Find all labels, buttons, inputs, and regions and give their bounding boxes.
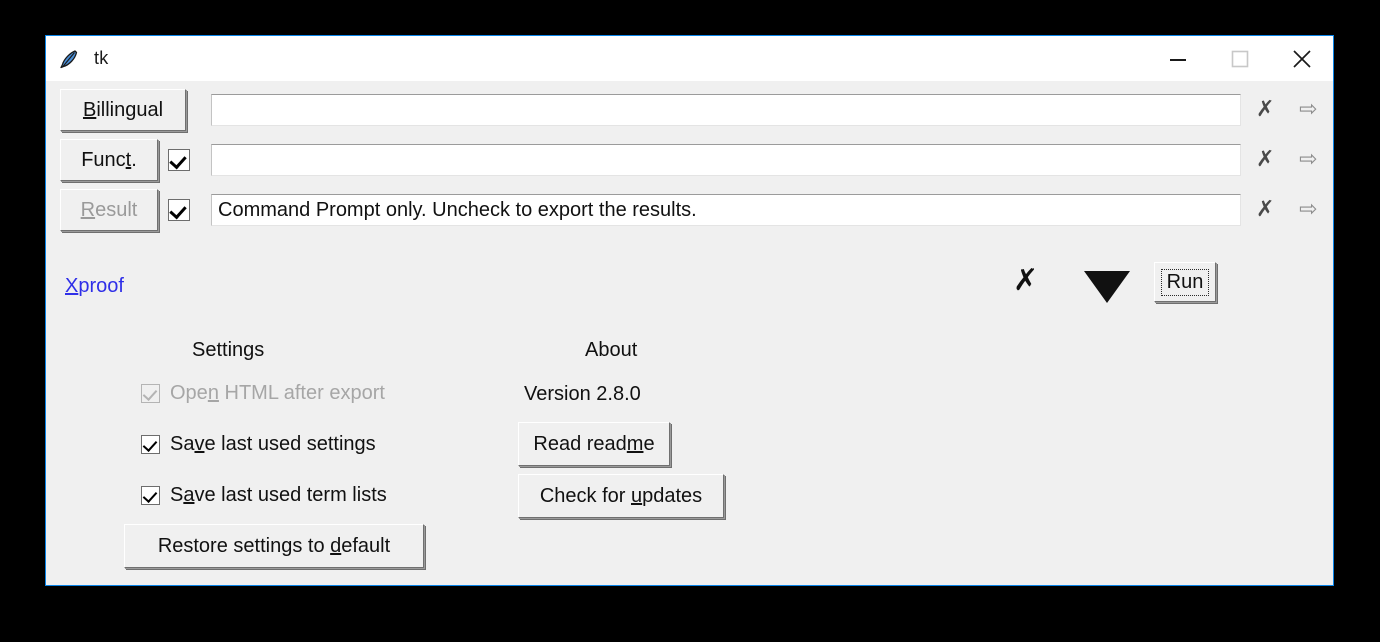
read-readme-button[interactable]: Read readme	[518, 422, 670, 466]
option-save-last-used-settings[interactable]: Save last used settings	[141, 433, 376, 456]
title-bar-left: tk	[46, 36, 1147, 81]
checkbox-icon	[141, 384, 160, 403]
funct-checkbox[interactable]	[168, 149, 190, 171]
window-title: tk	[94, 48, 109, 68]
feather-icon	[58, 48, 80, 70]
option-label: Save last used settings	[170, 433, 376, 455]
maximize-icon	[1231, 50, 1249, 67]
option-label: Open HTML after export	[170, 382, 385, 404]
result-send-icon[interactable]: ⇨	[1299, 199, 1317, 221]
application-window: tk Billingual ✗ ⇨ Funct. ✗ ⇨ Result Comm…	[45, 35, 1334, 586]
result-checkbox[interactable]	[168, 199, 190, 221]
checkbox-icon	[141, 435, 160, 454]
checkbox-icon	[141, 486, 160, 505]
billingual-input[interactable]	[211, 94, 1241, 126]
run-button-label: Run	[1160, 268, 1210, 296]
funct-clear-icon[interactable]: ✗	[1256, 149, 1274, 171]
billingual-button-label: Billingual	[82, 98, 164, 121]
funct-button-label: Funct.	[81, 148, 137, 171]
run-button[interactable]: Run	[1154, 262, 1216, 302]
close-button[interactable]	[1271, 36, 1333, 81]
read-readme-button-label: Read readme	[533, 432, 655, 455]
version-text: Version 2.8.0	[524, 383, 641, 405]
minimize-button[interactable]	[1147, 36, 1209, 81]
check-for-updates-button[interactable]: Check for updates	[518, 474, 724, 518]
option-open-html-after-export[interactable]: Open HTML after export	[141, 382, 385, 405]
minimize-icon	[1170, 58, 1186, 61]
restore-settings-button[interactable]: Restore settings to default	[124, 524, 424, 568]
funct-send-icon[interactable]: ⇨	[1299, 149, 1317, 171]
option-label: Save last used term lists	[170, 484, 387, 506]
dropdown-triangle-icon[interactable]	[1084, 271, 1130, 303]
about-heading: About	[585, 339, 638, 361]
title-bar[interactable]: tk	[46, 36, 1333, 81]
result-clear-icon[interactable]: ✗	[1256, 199, 1274, 221]
result-input[interactable]: Command Prompt only. Uncheck to export t…	[211, 194, 1241, 226]
xproof-link-mnemonic: X	[65, 275, 79, 297]
clear-all-icon[interactable]: ✗	[1013, 266, 1038, 296]
restore-settings-button-label: Restore settings to default	[157, 534, 391, 557]
xproof-link-rest: proof	[78, 275, 124, 297]
settings-heading: Settings	[192, 339, 265, 361]
billingual-clear-icon[interactable]: ✗	[1256, 99, 1274, 121]
check-for-updates-button-label: Check for updates	[539, 484, 703, 507]
funct-button[interactable]: Funct.	[60, 139, 158, 181]
option-save-last-used-term-lists[interactable]: Save last used term lists	[141, 484, 387, 507]
funct-input[interactable]	[211, 144, 1241, 176]
close-icon	[1293, 49, 1311, 68]
billingual-button[interactable]: Billingual	[60, 89, 186, 131]
client-area: Billingual ✗ ⇨ Funct. ✗ ⇨ Result Command…	[46, 81, 1333, 585]
xproof-link[interactable]: Xproof	[65, 275, 124, 298]
result-button-label: Result	[80, 198, 138, 221]
maximize-button[interactable]	[1209, 36, 1271, 81]
billingual-send-icon[interactable]: ⇨	[1299, 99, 1317, 121]
result-button[interactable]: Result	[60, 189, 158, 231]
